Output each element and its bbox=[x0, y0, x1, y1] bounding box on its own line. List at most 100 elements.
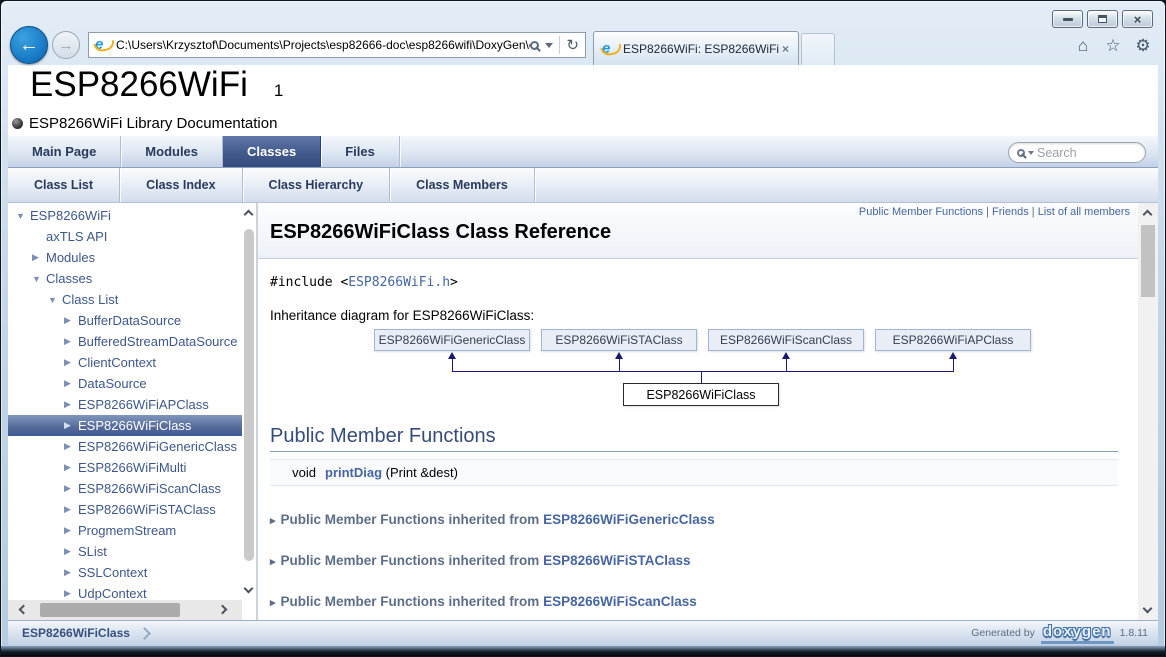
tree-collapsed-icon[interactable]: ▶ bbox=[64, 588, 78, 599]
tree-item-esp8266wifi[interactable]: ▼ESP8266WiFi bbox=[8, 205, 242, 226]
scrollbar-thumb[interactable] bbox=[244, 229, 254, 561]
tree-expanded-icon[interactable]: ▼ bbox=[48, 295, 62, 305]
scrollbar-thumb[interactable] bbox=[1141, 225, 1155, 297]
tree-collapsed-icon[interactable]: ▶ bbox=[64, 462, 78, 473]
tree-item-esp8266wifiapclass[interactable]: ▶ESP8266WiFiAPClass bbox=[8, 394, 242, 415]
tree-collapsed-icon[interactable]: ▶ bbox=[64, 399, 78, 410]
minimize-button[interactable] bbox=[1052, 10, 1083, 28]
scroll-left-icon[interactable] bbox=[19, 605, 29, 615]
search-input[interactable] bbox=[1037, 146, 1137, 160]
tab-class-index[interactable]: Class Index bbox=[120, 168, 242, 202]
member-link-printdiag[interactable]: printDiag bbox=[325, 465, 382, 480]
tree-collapsed-icon[interactable]: ▶ bbox=[64, 483, 78, 494]
breadcrumb[interactable]: ESP8266WiFiClass bbox=[22, 626, 130, 640]
tree-item-label: BufferedStreamDataSource bbox=[78, 334, 237, 349]
inherit-class-link[interactable]: ESP8266WiFiSTAClass bbox=[543, 553, 690, 568]
tree-item-label: ESP8266WiFiScanClass bbox=[78, 481, 221, 496]
tab-class-list[interactable]: Class List bbox=[8, 168, 120, 202]
inherit-class-link[interactable]: ESP8266WiFiGenericClass bbox=[543, 512, 715, 527]
tree-collapsed-icon[interactable]: ▶ bbox=[64, 504, 78, 515]
tree-collapsed-icon[interactable]: ▶ bbox=[64, 525, 78, 536]
tab-modules[interactable]: Modules bbox=[121, 136, 223, 167]
page-title: ESP8266WiFiClass Class Reference bbox=[270, 221, 611, 244]
inherit-header-staclass[interactable]: ▸Public Member Functions inherited from … bbox=[270, 553, 1118, 568]
tree-collapsed-icon[interactable]: ▶ bbox=[64, 378, 78, 389]
tree-collapsed-icon[interactable]: ▶ bbox=[64, 420, 78, 431]
tree-collapsed-icon[interactable]: ▶ bbox=[64, 336, 78, 347]
tree-collapsed-icon[interactable]: ▶ bbox=[64, 567, 78, 578]
close-button[interactable]: × bbox=[1122, 10, 1153, 28]
doxygen-search-box[interactable] bbox=[1008, 142, 1146, 163]
tree-item-bufferedstreamdatasource[interactable]: ▶BufferedStreamDataSource bbox=[8, 331, 242, 352]
divider bbox=[559, 36, 560, 54]
tree-item-datasource[interactable]: ▶DataSource bbox=[8, 373, 242, 394]
tree-item-sslcontext[interactable]: ▶SSLContext bbox=[8, 562, 242, 583]
tree-item-esp8266wifiscanclass[interactable]: ▶ESP8266WiFiScanClass bbox=[8, 478, 242, 499]
chevron-down-icon[interactable] bbox=[1028, 151, 1034, 155]
summary-link-public-member-functions[interactable]: Public Member Functions bbox=[859, 206, 983, 218]
tree-item-modules[interactable]: ▶Modules bbox=[8, 247, 242, 268]
tree-expanded-icon[interactable]: ▼ bbox=[32, 274, 46, 284]
diagram-node-genericclass[interactable]: ESP8266WiFiGenericClass bbox=[374, 329, 530, 351]
browser-tab[interactable]: e ESP8266WiFi: ESP8266WiFi... × bbox=[593, 31, 799, 65]
content-vertical-scrollbar[interactable] bbox=[1138, 203, 1158, 620]
sidebar-vertical-scrollbar[interactable] bbox=[242, 203, 256, 600]
tree-item-esp8266wifistaclass[interactable]: ▶ESP8266WiFiSTAClass bbox=[8, 499, 242, 520]
address-bar[interactable]: e ↻ bbox=[88, 32, 586, 58]
tree-item-udpcontext[interactable]: ▶UdpContext bbox=[8, 583, 242, 600]
tree-item-class-list[interactable]: ▼Class List bbox=[8, 289, 242, 310]
scroll-right-icon[interactable] bbox=[218, 605, 228, 615]
scroll-up-icon[interactable] bbox=[244, 210, 254, 220]
tree-collapsed-icon[interactable]: ▶ bbox=[32, 252, 46, 263]
search-icon[interactable] bbox=[530, 41, 539, 50]
tab-main-page[interactable]: Main Page bbox=[8, 136, 121, 167]
tree-collapsed-icon[interactable]: ▶ bbox=[64, 357, 78, 368]
chrome-toolbar: ⌂ ☆ ⚙ bbox=[1072, 35, 1154, 57]
diagram-node-apclass[interactable]: ESP8266WiFiAPClass bbox=[875, 329, 1031, 351]
tab-class-members[interactable]: Class Members bbox=[390, 168, 535, 202]
tree-item-esp8266wificlass[interactable]: ▶ESP8266WiFiClass bbox=[8, 415, 242, 436]
tree-item-bufferdatasource[interactable]: ▶BufferDataSource bbox=[8, 310, 242, 331]
tree-collapsed-icon[interactable]: ▶ bbox=[64, 315, 78, 326]
inherit-header-genericclass[interactable]: ▸Public Member Functions inherited from … bbox=[270, 512, 1118, 527]
tree-item-esp8266wifigenericclass[interactable]: ▶ESP8266WiFiGenericClass bbox=[8, 436, 242, 457]
maximize-button[interactable] bbox=[1087, 10, 1118, 28]
tab-class-hierarchy[interactable]: Class Hierarchy bbox=[243, 168, 391, 202]
tree-item-progmemstream[interactable]: ▶ProgmemStream bbox=[8, 520, 242, 541]
favorites-star-icon[interactable]: ☆ bbox=[1102, 35, 1124, 57]
include-file-link[interactable]: ESP8266WiFi.h bbox=[348, 275, 450, 290]
summary-link-friends[interactable]: Friends bbox=[992, 206, 1029, 218]
tree-expanded-icon[interactable]: ▼ bbox=[16, 211, 30, 221]
diagram-node-staclass[interactable]: ESP8266WiFiSTAClass bbox=[541, 329, 697, 351]
tab-classes[interactable]: Classes bbox=[223, 136, 321, 167]
tree-item-clientcontext[interactable]: ▶ClientContext bbox=[8, 352, 242, 373]
tree-item-axtls-api[interactable]: axTLS API bbox=[8, 226, 242, 247]
back-button[interactable]: ← bbox=[10, 26, 48, 64]
tab-close-icon[interactable]: × bbox=[779, 42, 792, 56]
restore-icon bbox=[1098, 15, 1107, 23]
tree-collapsed-icon[interactable]: ▶ bbox=[64, 441, 78, 452]
refresh-icon[interactable]: ↻ bbox=[566, 38, 579, 53]
new-tab-button[interactable] bbox=[801, 33, 835, 65]
tree-item-slist[interactable]: ▶SList bbox=[8, 541, 242, 562]
tree-collapsed-icon[interactable]: ▶ bbox=[64, 546, 78, 557]
forward-button[interactable]: → bbox=[52, 31, 80, 59]
scroll-down-icon[interactable] bbox=[244, 584, 254, 594]
scroll-up-icon[interactable] bbox=[1143, 210, 1153, 220]
scroll-down-icon[interactable] bbox=[1143, 604, 1153, 614]
address-input[interactable] bbox=[116, 38, 530, 52]
tab-files[interactable]: Files bbox=[321, 136, 400, 167]
tab-title: ESP8266WiFi: ESP8266WiFi... bbox=[623, 42, 779, 56]
sidebar-horizontal-scrollbar[interactable] bbox=[8, 600, 242, 620]
chevron-down-icon[interactable] bbox=[545, 43, 553, 48]
doxygen-logo[interactable]: doxygen bbox=[1041, 623, 1114, 644]
home-icon[interactable]: ⌂ bbox=[1072, 35, 1094, 57]
gear-icon[interactable]: ⚙ bbox=[1132, 35, 1154, 57]
diagram-node-scanclass[interactable]: ESP8266WiFiScanClass bbox=[708, 329, 864, 351]
scrollbar-thumb[interactable] bbox=[40, 603, 180, 617]
summary-link-list-of-all-members[interactable]: List of all members bbox=[1038, 206, 1130, 218]
tree-item-classes[interactable]: ▼Classes bbox=[8, 268, 242, 289]
inherit-class-link[interactable]: ESP8266WiFiScanClass bbox=[543, 594, 697, 609]
inherit-header-scanclass[interactable]: ▸Public Member Functions inherited from … bbox=[270, 594, 1118, 609]
tree-item-esp8266wifimulti[interactable]: ▶ESP8266WiFiMulti bbox=[8, 457, 242, 478]
